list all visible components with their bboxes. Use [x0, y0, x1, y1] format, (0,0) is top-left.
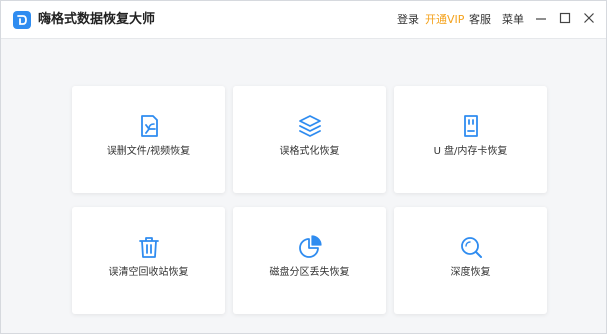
close-button[interactable]	[581, 10, 597, 26]
app-logo-icon	[13, 11, 31, 29]
card-label: 误清空回收站恢复	[108, 267, 189, 278]
close-icon	[584, 13, 594, 23]
trash-icon	[138, 237, 159, 258]
title-bar: 嗨格式数据恢复大师 登录 开通VIP 客服 菜单	[1, 1, 606, 39]
card-label: 深度恢复	[450, 267, 491, 278]
minimize-button[interactable]	[533, 10, 549, 26]
search-icon	[460, 237, 482, 258]
vip-link[interactable]: 开通VIP	[425, 13, 464, 27]
layers-icon	[298, 115, 321, 137]
customer-service-link[interactable]: 客服	[469, 13, 491, 27]
pie-chart-icon	[298, 235, 322, 258]
card-label: 误删文件/视频恢复	[106, 146, 191, 157]
maximize-button[interactable]	[557, 10, 573, 26]
card-deep-recovery[interactable]: 深度恢复	[394, 207, 547, 314]
card-label: 磁盘分区丢失恢复	[269, 267, 350, 278]
card-partition-loss-recovery[interactable]: 磁盘分区丢失恢复	[233, 207, 386, 314]
app-title: 嗨格式数据恢复大师	[38, 12, 156, 27]
card-recycle-bin-recovery[interactable]: 误清空回收站恢复	[72, 207, 225, 314]
card-label: 误格式化恢复	[279, 146, 340, 157]
main-content: 误删文件/视频恢复 误格式化恢复 U 盘/内存卡恢复 误清空回收站恢复 磁盘分区…	[1, 39, 606, 333]
login-link[interactable]: 登录	[397, 13, 419, 27]
card-usb-memory-card-recovery[interactable]: U 盘/内存卡恢复	[394, 86, 547, 193]
usb-drive-icon	[463, 115, 478, 137]
file-restore-icon	[140, 115, 158, 137]
minimize-icon	[536, 18, 546, 20]
card-deleted-file-recovery[interactable]: 误删文件/视频恢复	[72, 86, 225, 193]
card-format-recovery[interactable]: 误格式化恢复	[233, 86, 386, 193]
maximize-icon	[559, 12, 571, 24]
card-label: U 盘/内存卡恢复	[433, 146, 508, 157]
app-window: 嗨格式数据恢复大师 登录 开通VIP 客服 菜单 误删文件/视频恢复 误格式化恢…	[0, 0, 607, 334]
menu-link[interactable]: 菜单	[502, 13, 524, 27]
